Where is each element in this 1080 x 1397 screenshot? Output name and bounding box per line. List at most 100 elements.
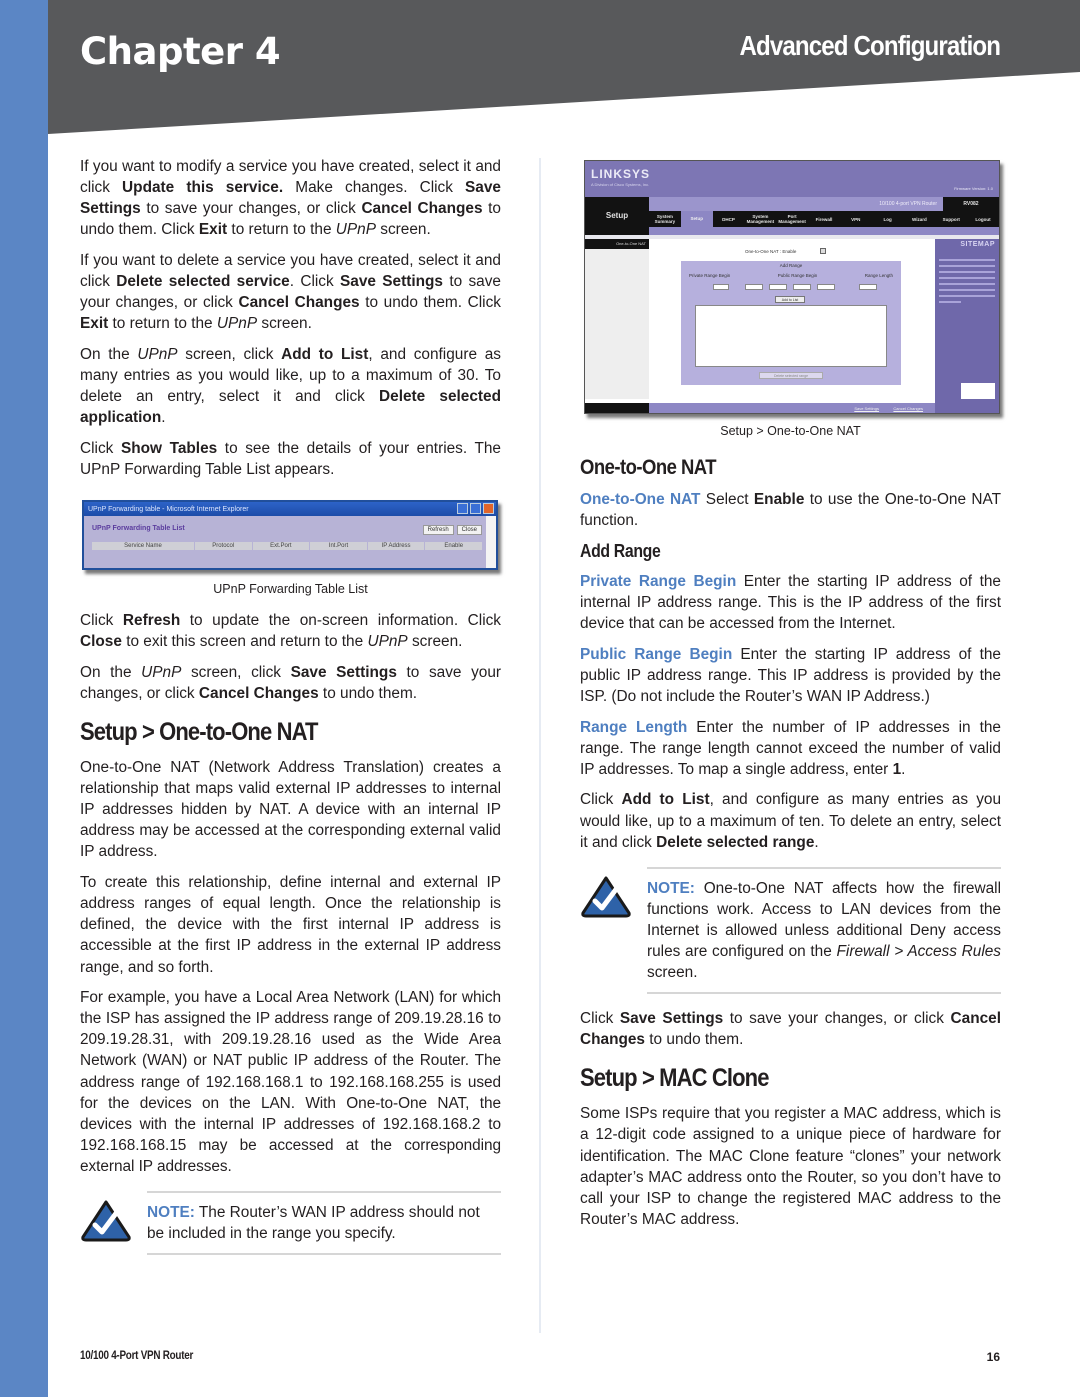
nav-item: Wizard (912, 216, 927, 222)
maximize-icon (470, 503, 481, 515)
paragraph-add-to-list: Click Add to List, and configure as many… (580, 791, 1002, 851)
column-header: Protocol (194, 542, 252, 551)
left-column: If you want to modify a service you have… (80, 156, 502, 1256)
paragraph-nat-relationship: To create this relationship, define inte… (80, 874, 501, 976)
note-rule-bottom (647, 992, 1001, 995)
bottom-left-bar (585, 403, 649, 413)
upnp-window-titlebar: UPnP Forwarding table - Microsoft Intern… (84, 502, 496, 517)
delete-selected-range-button: Delete selected range (759, 372, 823, 379)
right-column: LINKSYS A Division of Cisco Systems, Inc… (580, 156, 1001, 1240)
heading-add-range: Add Range (580, 540, 661, 561)
close-button: Close (456, 525, 482, 536)
upnp-buttons: Refresh Close (422, 525, 482, 536)
paragraph-save-cancel: Click Save Settings to save your changes… (580, 1010, 1001, 1049)
footer-product-name: 10/100 4-Port VPN Router (80, 1350, 194, 1362)
bottom-bar (649, 403, 935, 413)
nat-enable-label: One-to-One NAT : Enable (745, 249, 797, 254)
note-rule-bottom (147, 1253, 501, 1256)
ip-input (817, 284, 835, 290)
range-list (695, 305, 887, 367)
enable-checkbox (820, 248, 826, 254)
column-label: Range Length (864, 273, 893, 278)
page-number: 16 (986, 1350, 1000, 1364)
minimize-icon (457, 503, 468, 515)
cancel-changes-link: Cancel Changes (893, 406, 923, 411)
figure-caption: Setup > One-to-One NAT (720, 424, 861, 438)
ip-input (713, 284, 729, 290)
nav-item: Logout (975, 216, 991, 222)
ip-input (769, 284, 787, 290)
sitemap-help-text (939, 259, 995, 307)
ip-input (859, 284, 877, 290)
setup-label: Setup (605, 211, 629, 220)
figure-caption: UPnP Forwarding Table List (213, 582, 368, 597)
model-number: RV082 (943, 197, 999, 211)
nav-item: Log (883, 216, 892, 222)
side-color-strip (0, 0, 48, 1397)
sitemap-label: SITEMAP (960, 241, 995, 248)
note-box: NOTE: One-to-One NAT affects how the fir… (580, 866, 1001, 995)
nav-item: Firewall (815, 216, 833, 222)
window-controls (457, 503, 494, 515)
linksys-screenshot: LINKSYS A Division of Cisco Systems, Inc… (584, 160, 1000, 414)
section-title: Advanced Configuration (739, 30, 1001, 61)
paragraph-show-tables: Click Show Tables to see the details of … (80, 439, 501, 478)
router-subnav (649, 227, 999, 235)
nav-item-active: Setup (680, 211, 713, 227)
linksys-logo-subtitle: A Division of Cisco Systems, Inc. (591, 182, 650, 187)
ip-input (793, 284, 811, 290)
nav-item: VPN (851, 216, 861, 222)
router-nav: System Summary Setup DHCP System Managem… (649, 211, 999, 227)
chapter-title: Chapter 4 (80, 30, 281, 73)
paragraph-delete-service: If you want to delete a service you have… (80, 251, 501, 333)
upnp-table-header: Service Name Protocol Ext.Port Int.Port … (92, 542, 483, 551)
add-range-panel: Add Range Private Range Begin Public Ran… (681, 261, 901, 385)
nav-item: System Summary (654, 214, 676, 224)
column-label: Private Range Begin (689, 273, 731, 278)
upnp-window-title: UPnP Forwarding table - Microsoft Intern… (88, 505, 249, 513)
note-box: NOTE: The Router’s WAN IP address should… (80, 1191, 501, 1256)
paragraph-range-length: Range Length Enter the number of IP addr… (580, 718, 1001, 778)
refresh-button: Refresh (422, 525, 454, 536)
ip-input (745, 284, 763, 290)
paragraph-refresh-close: Click Refresh to update the on-screen in… (80, 612, 502, 651)
add-range-columns: Private Range Begin Public Range Begin R… (689, 273, 893, 278)
nav-item: Port Management (778, 214, 806, 224)
paragraph-add-to-list: On the UPnP screen, click Add to List, a… (80, 345, 501, 427)
heading-one-to-one-nat: One-to-One NAT (580, 456, 717, 479)
upnp-table-heading: UPnP Forwarding Table List (92, 525, 185, 533)
heading-setup-mac-clone: Setup > MAC Clone (580, 1064, 769, 1093)
add-to-list-button: Add to List (775, 296, 805, 303)
column-divider (539, 158, 541, 1333)
paragraph-save-settings: On the UPnP screen, click Save Settings … (80, 663, 502, 702)
column-header: Enable (425, 542, 483, 551)
scrollbar (486, 516, 496, 569)
column-header: Int.Port (310, 542, 367, 551)
paragraph-nat-intro: One-to-One NAT (Network Address Translat… (80, 759, 501, 861)
column-header: Ext.Port (252, 542, 310, 551)
one-to-one-nat-figure: LINKSYS A Division of Cisco Systems, Inc… (580, 160, 1001, 438)
note-text: NOTE: The Router’s WAN IP address should… (147, 1204, 480, 1243)
upnp-window-screenshot: UPnP Forwarding table - Microsoft Intern… (82, 500, 498, 571)
nav-item: System Management (746, 214, 775, 224)
paragraph-mac-clone: Some ISPs require that you register a MA… (580, 1105, 1001, 1228)
column-header: Service Name (92, 542, 194, 551)
close-icon (483, 503, 494, 515)
left-nav-area (585, 249, 649, 399)
linksys-logo: LINKSYS (591, 167, 651, 181)
nav-item: DHCP (722, 216, 735, 222)
note-text: NOTE: One-to-One NAT affects how the fir… (647, 879, 1001, 982)
checkmark-note-icon (581, 876, 631, 918)
save-settings-link: Save Settings (854, 406, 879, 411)
paragraph-update-service: If you want to modify a service you have… (80, 158, 501, 239)
nav-item: Support (942, 216, 960, 222)
paragraph-nat-example: For example, you have a Local Area Netwo… (80, 989, 501, 1175)
left-nav-item: One-to-One NAT (585, 239, 649, 249)
checkmark-note-icon (81, 1200, 131, 1242)
paragraph-public-range-begin: Public Range Begin Enter the starting IP… (580, 645, 1001, 705)
column-header: IP Address (367, 542, 425, 551)
column-label: Public Range Begin (777, 273, 818, 278)
product-name: 10/100 4-port VPN Router (879, 201, 937, 207)
paragraph-nat-enable: One-to-One NAT Select Enable to use the … (580, 491, 1002, 530)
firmware-version: Firmware Version: 1.0 (954, 186, 993, 191)
